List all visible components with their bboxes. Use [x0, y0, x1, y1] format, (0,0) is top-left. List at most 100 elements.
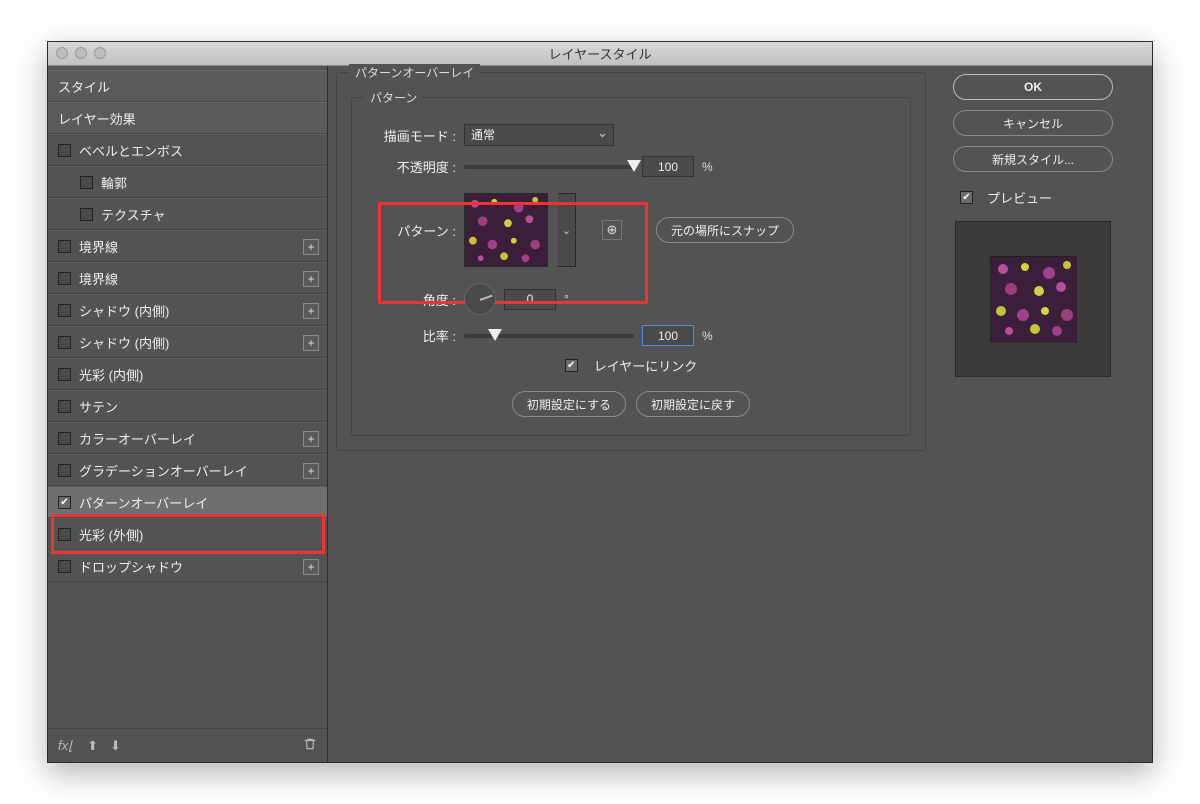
- trash-icon[interactable]: [303, 737, 317, 754]
- dialog-buttons: OK キャンセル 新規スタイル... ✔ プレビュー: [934, 66, 1152, 762]
- scale-input[interactable]: [642, 325, 694, 346]
- layer-style-dialog: レイヤースタイル スタイル レイヤー効果 ベベルとエンボス輪郭テクスチャ境界線 +…: [47, 41, 1153, 763]
- pattern-picker-dropdown[interactable]: ⌄: [558, 193, 576, 267]
- blend-mode-label: 描画モード :: [366, 126, 456, 145]
- effect-label: パターンオーバーレイ: [79, 493, 208, 512]
- opacity-row: 不透明度 : %: [366, 156, 896, 177]
- section-title: パターン: [364, 89, 423, 106]
- zoom-icon[interactable]: [94, 47, 106, 59]
- percent-label: %: [702, 160, 713, 174]
- effect-label: 光彩 (外側): [79, 525, 143, 544]
- window-controls: [56, 47, 106, 59]
- pattern-swatch[interactable]: [464, 193, 548, 267]
- effect-checkbox[interactable]: [58, 400, 71, 413]
- new-preset-icon[interactable]: ⊕: [602, 220, 622, 240]
- effect-label: 輪郭: [101, 173, 127, 192]
- effect-label: 光彩 (内側): [79, 365, 143, 384]
- add-effect-icon[interactable]: +: [303, 559, 319, 575]
- sidebar-toolbar: fx⌊ ⬆ ⬇: [48, 728, 327, 762]
- effect-item-2[interactable]: テクスチャ: [48, 198, 327, 230]
- effect-item-13[interactable]: ドロップシャドウ +: [48, 550, 327, 582]
- add-effect-icon[interactable]: +: [303, 239, 319, 255]
- effect-item-0[interactable]: ベベルとエンボス: [48, 134, 327, 166]
- effect-label: グラデーションオーバーレイ: [79, 461, 248, 480]
- effect-checkbox[interactable]: [80, 208, 93, 221]
- add-effect-icon[interactable]: +: [303, 335, 319, 351]
- effect-item-4[interactable]: 境界線+: [48, 262, 327, 294]
- effects-sidebar: スタイル レイヤー効果 ベベルとエンボス輪郭テクスチャ境界線+境界線+シャドウ …: [48, 66, 328, 762]
- effect-item-10[interactable]: グラデーションオーバーレイ +: [48, 454, 327, 486]
- pattern-section: パターン 描画モード : 通常 不透明度 : % パターン :: [351, 97, 911, 436]
- preview-thumbnail: [955, 221, 1111, 377]
- degree-label: °: [564, 292, 569, 306]
- blend-mode-select[interactable]: 通常: [464, 124, 614, 146]
- effect-checkbox[interactable]: [58, 336, 71, 349]
- effect-item-12[interactable]: 光彩 (外側): [48, 518, 327, 550]
- add-effect-icon[interactable]: +: [303, 271, 319, 287]
- new-style-button[interactable]: 新規スタイル...: [953, 146, 1113, 172]
- move-down-icon[interactable]: ⬇: [110, 738, 121, 754]
- link-with-layer-label: レイヤーにリンク: [594, 356, 698, 375]
- angle-row: 角度 : °: [366, 283, 896, 315]
- angle-label: 角度 :: [366, 290, 456, 309]
- add-effect-icon[interactable]: +: [303, 303, 319, 319]
- effect-checkbox[interactable]: [58, 272, 71, 285]
- effect-item-8[interactable]: サテン: [48, 390, 327, 422]
- make-default-button[interactable]: 初期設定にする: [512, 391, 626, 417]
- effect-checkbox[interactable]: [58, 528, 71, 541]
- fx-menu-icon[interactable]: fx⌊: [58, 738, 73, 754]
- preview-checkbox[interactable]: ✔: [960, 191, 973, 204]
- effect-item-11[interactable]: ✔ パターンオーバーレイ: [48, 486, 327, 518]
- sidebar-header-styles[interactable]: スタイル: [48, 70, 327, 102]
- effect-label: ベベルとエンボス: [79, 141, 183, 160]
- opacity-input[interactable]: [642, 156, 694, 177]
- effect-checkbox[interactable]: [58, 144, 71, 157]
- ok-button[interactable]: OK: [953, 74, 1113, 100]
- effect-item-1[interactable]: 輪郭: [48, 166, 327, 198]
- link-with-layer-checkbox[interactable]: ✔: [565, 359, 578, 372]
- effect-checkbox[interactable]: [58, 560, 71, 573]
- angle-input[interactable]: [504, 289, 556, 310]
- effect-item-3[interactable]: 境界線 +: [48, 230, 327, 262]
- effect-checkbox[interactable]: [80, 176, 93, 189]
- effect-item-9[interactable]: カラーオーバーレイ +: [48, 422, 327, 454]
- close-icon[interactable]: [56, 47, 68, 59]
- angle-dial[interactable]: [464, 283, 496, 315]
- opacity-label: 不透明度 :: [366, 157, 456, 176]
- effect-checkbox[interactable]: [58, 240, 71, 253]
- sidebar-header-layer-effects[interactable]: レイヤー効果: [48, 102, 327, 134]
- effect-label: ドロップシャドウ: [79, 557, 183, 576]
- preview-label: プレビュー: [987, 188, 1052, 207]
- settings-panel: パターンオーバーレイ パターン 描画モード : 通常 不透明度 : % パ: [328, 66, 934, 762]
- effect-label: 境界線: [79, 237, 118, 256]
- minimize-icon[interactable]: [75, 47, 87, 59]
- cancel-button[interactable]: キャンセル: [953, 110, 1113, 136]
- snap-to-origin-button[interactable]: 元の場所にスナップ: [656, 217, 794, 243]
- effect-checkbox[interactable]: ✔: [58, 496, 71, 509]
- effect-label: サテン: [79, 397, 118, 416]
- blend-mode-row: 描画モード : 通常: [366, 124, 896, 146]
- titlebar[interactable]: レイヤースタイル: [48, 42, 1152, 66]
- effect-label: シャドウ (内側): [79, 333, 169, 352]
- pattern-overlay-group: パターンオーバーレイ パターン 描画モード : 通常 不透明度 : % パ: [336, 72, 926, 451]
- window-title: レイヤースタイル: [549, 44, 652, 63]
- effect-checkbox[interactable]: [58, 304, 71, 317]
- effect-checkbox[interactable]: [58, 432, 71, 445]
- effect-checkbox[interactable]: [58, 368, 71, 381]
- scale-slider[interactable]: [464, 334, 634, 338]
- effect-label: テクスチャ: [101, 205, 165, 224]
- move-up-icon[interactable]: ⬆: [87, 738, 98, 754]
- opacity-slider[interactable]: [464, 165, 634, 169]
- pattern-label: パターン :: [366, 221, 456, 240]
- scale-row: 比率 : %: [366, 325, 896, 346]
- effect-item-6[interactable]: シャドウ (内側) +: [48, 326, 327, 358]
- add-effect-icon[interactable]: +: [303, 431, 319, 447]
- effect-checkbox[interactable]: [58, 464, 71, 477]
- effect-label: カラーオーバーレイ: [79, 429, 196, 448]
- reset-default-button[interactable]: 初期設定に戻す: [636, 391, 750, 417]
- effect-item-5[interactable]: シャドウ (内側)+: [48, 294, 327, 326]
- add-effect-icon[interactable]: +: [303, 463, 319, 479]
- effect-item-7[interactable]: 光彩 (内側): [48, 358, 327, 390]
- scale-label: 比率 :: [366, 326, 456, 345]
- pattern-row: パターン : ⌄ ⊕ 元の場所にスナップ: [366, 193, 896, 267]
